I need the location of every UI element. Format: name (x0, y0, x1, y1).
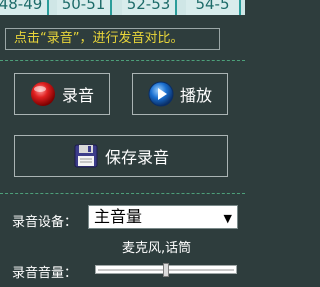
device-description: 麦克风,话筒 (122, 241, 192, 256)
tab-52-53[interactable]: 52-53 (122, 0, 177, 15)
divider-bottom (0, 193, 245, 194)
save-recording-button[interactable]: 保存录音 (14, 135, 228, 177)
record-icon (30, 81, 56, 107)
hint-text: 点击“录音”，进行发音对比。 (5, 28, 220, 50)
record-button[interactable]: 录音 (14, 73, 110, 115)
device-label: 录音设备： (12, 215, 78, 230)
tab-48-49[interactable]: 48-49 (0, 0, 49, 15)
device-selected-value: 主音量 (94, 207, 143, 226)
save-recording-label: 保存录音 (104, 148, 169, 167)
volume-slider[interactable] (95, 263, 237, 277)
play-icon (148, 81, 174, 107)
floppy-disk-icon (73, 143, 99, 169)
recording-device-select[interactable]: 主音量 ▼ (88, 205, 238, 229)
record-button-label: 录音 (61, 86, 94, 105)
play-button[interactable]: 播放 (132, 73, 228, 115)
chevron-down-icon: ▼ (223, 212, 232, 225)
page-tabs: 48-49 50-51 52-53 54-5 (0, 0, 245, 15)
tab-50-51[interactable]: 50-51 (57, 0, 112, 15)
volume-slider-thumb[interactable] (163, 263, 169, 277)
tab-54-5[interactable]: 54-5 (186, 0, 241, 15)
play-button-label: 播放 (179, 86, 212, 105)
volume-label: 录音音量： (12, 266, 78, 281)
divider-top (0, 60, 245, 61)
